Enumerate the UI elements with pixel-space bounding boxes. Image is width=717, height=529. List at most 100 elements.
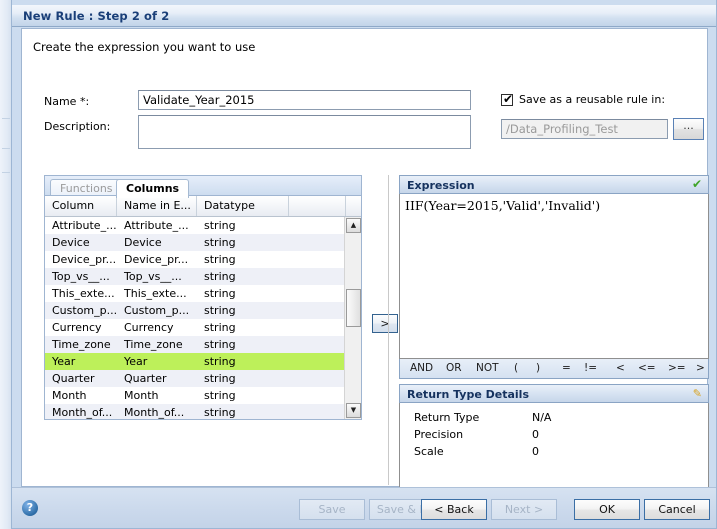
return-type-details-header: Return Type Details ✎ [399,384,709,403]
name-label: Name *: [44,95,90,108]
cell-name-in-e: Custom_p... [124,304,190,317]
cell-name-in-e: Device [124,236,162,249]
operator-toolbar: AND OR NOT () = != < <= >= > [399,359,709,379]
cell-datatype: string [204,355,236,368]
columns-grid: Column Name in E... Datatype Attribute_.… [44,195,362,420]
detail-row: Return Type N/A [400,411,708,428]
panel-tabstrip: Functions Columns [44,175,362,198]
cell-name-in-e: Attribute_... [124,219,189,232]
table-row[interactable]: Custom_p... Custom_p... string [45,302,344,319]
table-row[interactable]: Month_of... Month_of... string [45,404,344,419]
background-ghost-line [2,172,10,173]
table-row[interactable]: Top_vs__... Top_vs__... string [45,268,344,285]
cell-column: Top_vs__... [52,270,110,283]
detail-value: 0 [532,445,539,458]
table-row[interactable]: Year Year string [45,353,344,370]
table-row[interactable]: This_exte... This_exte... string [45,285,344,302]
expression-text[interactable]: IIF(Year=2015,'Valid','Invalid') [405,198,704,213]
scrollbar-thumb[interactable] [346,289,361,327]
expression-editor[interactable]: IIF(Year=2015,'Valid','Invalid') [399,194,709,359]
cell-column: Month_of... [52,406,113,419]
operator-[interactable]: >= [668,362,686,374]
new-rule-dialog: New Rule : Step 2 of 2 Create the expres… [11,0,717,529]
description-input[interactable] [138,115,471,149]
browse-path-button[interactable]: ... [673,118,704,140]
table-row[interactable]: Attribute_... Attribute_... string [45,217,344,234]
cell-name-in-e: Month_of... [124,406,185,419]
table-row[interactable]: Time_zone Time_zone string [45,336,344,353]
pencil-icon[interactable]: ✎ [693,387,702,400]
table-row[interactable]: Device_pr... Device_pr... string [45,251,344,268]
cell-name-in-e: Device_pr... [124,253,189,266]
cell-datatype: string [204,270,236,283]
return-type-details-label: Return Type Details [407,388,529,401]
cell-column: Attribute_... [52,219,117,232]
cell-column: Currency [52,321,102,334]
cell-column: Month [52,389,87,402]
detail-key: Scale [414,445,444,458]
operator-[interactable]: > [696,362,705,374]
table-row[interactable]: Device Device string [45,234,344,251]
dialog-content: Create the expression you want to use Na… [21,28,709,492]
expression-panel-header: Expression ✔ [399,175,709,194]
cell-column: Quarter [52,372,95,385]
ok-button[interactable]: OK [574,499,640,520]
table-row[interactable]: Month Month string [45,387,344,404]
cell-column: Device_pr... [52,253,117,266]
cell-column: Device [52,236,90,249]
table-row[interactable]: Currency Currency string [45,319,344,336]
detail-value: 0 [532,428,539,441]
name-input[interactable] [138,90,471,110]
detail-value: N/A [532,411,552,424]
cell-datatype: string [204,389,236,402]
background-ghost-line [2,148,10,149]
reusable-rule-checkbox[interactable]: ✔ [501,93,513,106]
detail-key: Precision [414,428,464,441]
grid-header-datatype[interactable]: Datatype [197,196,289,216]
table-row[interactable]: Quarter Quarter string [45,370,344,387]
cell-datatype: string [204,406,236,419]
rule-path-input[interactable] [501,119,668,139]
cell-column: Year [52,355,76,368]
cell-datatype: string [204,372,236,385]
grid-header-name-in-e[interactable]: Name in E... [117,196,197,216]
cell-datatype: string [204,304,236,317]
columns-grid-scrollbar[interactable]: ▲ ▼ [344,217,361,419]
expression-valid-icon: ✔ [691,177,702,191]
add-to-expression-button[interactable]: > [372,314,398,333]
description-label: Description: [44,120,111,133]
cell-datatype: string [204,253,236,266]
detail-row: Precision 0 [400,428,708,445]
cell-column: This_exte... [52,287,115,300]
expression-header-label: Expression [407,179,475,192]
grid-header-blank[interactable] [289,196,346,216]
help-icon[interactable]: ? [22,500,38,516]
cell-datatype: string [204,219,236,232]
cell-name-in-e: This_exte... [124,287,187,300]
grid-header-column[interactable]: Column [45,196,117,216]
cell-datatype: string [204,338,236,351]
panel-splitter[interactable] [388,175,389,485]
operator-OR[interactable]: OR [446,362,462,374]
cell-name-in-e: Time_zone [124,338,183,351]
save-button: Save [299,499,365,520]
operator-AND[interactable]: AND [410,362,433,374]
scroll-down-icon[interactable]: ▼ [346,403,361,418]
scroll-up-icon[interactable]: ▲ [346,218,361,233]
columns-grid-header: Column Name in E... Datatype [45,196,361,217]
cancel-button[interactable]: Cancel [644,499,710,520]
dialog-title: New Rule : Step 2 of 2 [23,9,170,23]
back-button[interactable]: < Back [421,499,487,520]
operator-[interactable]: ) [536,362,540,374]
dialog-titlebar: New Rule : Step 2 of 2 [12,5,716,27]
tab-columns[interactable]: Columns [116,179,190,198]
dialog-subtitle: Create the expression you want to use [33,40,256,54]
operator-[interactable]: = [562,362,571,374]
operator-[interactable]: <= [638,362,656,374]
cell-datatype: string [204,321,236,334]
cell-column: Time_zone [52,338,111,351]
operator-[interactable]: < [616,362,625,374]
operator-[interactable]: ( [514,362,518,374]
operator-NOT[interactable]: NOT [476,362,499,374]
operator-[interactable]: != [584,362,597,374]
